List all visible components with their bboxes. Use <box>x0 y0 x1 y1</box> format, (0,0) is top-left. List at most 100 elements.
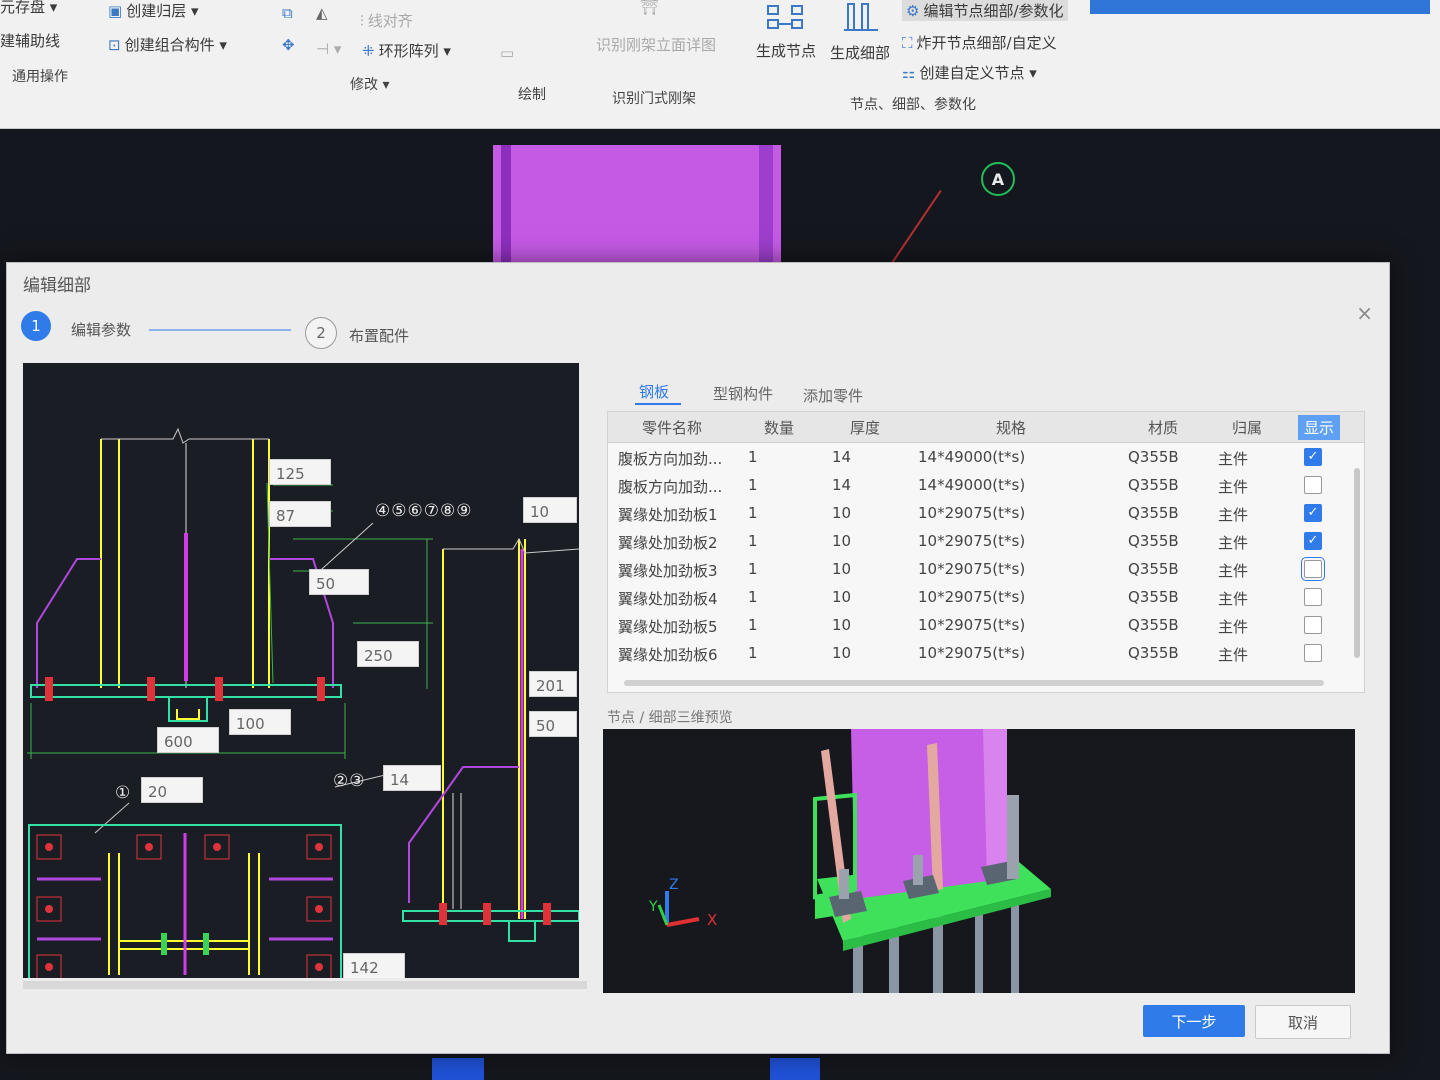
show-checkbox[interactable]: ✓ <box>1304 504 1322 522</box>
cell-part-name: 翼缘处加劲板3 <box>618 562 718 580</box>
show-checkbox[interactable] <box>1301 557 1325 581</box>
show-checkbox[interactable] <box>1304 644 1322 662</box>
edit-node-param-button[interactable]: ⚙ 编辑节点细部/参数化 <box>902 0 1068 21</box>
drawing-scrollbar[interactable] <box>23 981 587 989</box>
cell-material: Q355B <box>1128 532 1179 550</box>
col-quantity[interactable]: 数量 <box>764 417 794 438</box>
recognize-frame-dim-button[interactable]: 识别刚架立面详图 <box>596 34 716 55</box>
create-custom-node-button[interactable]: ⚏ 创建自定义节点 ▾ <box>902 62 1037 83</box>
axis-y-label: Y <box>649 899 658 915</box>
tab-steel-plate[interactable]: 钢板 <box>639 381 669 402</box>
col-material[interactable]: 材质 <box>1148 417 1178 438</box>
active-tab-indicator <box>635 403 681 405</box>
cell-spec: 14*49000(t*s) <box>918 476 1026 494</box>
show-checkbox[interactable]: ✓ <box>1304 448 1322 466</box>
extend-icon-button[interactable]: ⊣ ▾ <box>316 40 345 58</box>
align-button[interactable]: ⫶ 线对齐 <box>360 10 413 31</box>
close-icon[interactable]: × <box>1356 301 1373 325</box>
col-thickness[interactable]: 厚度 <box>850 417 880 438</box>
dim-142[interactable]: 142 <box>343 953 405 978</box>
table-row[interactable]: 翼缘处加劲板3 1 10 10*29075(t*s) Q355B 主件 <box>608 556 1348 584</box>
edit-node-icon: ⚙ <box>906 2 920 20</box>
ribbon-highlight-bar <box>1090 0 1430 14</box>
step-1-indicator[interactable]: 1 <box>21 311 51 341</box>
dim-50-a[interactable]: 50 <box>309 569 369 595</box>
cell-material: Q355B <box>1128 504 1179 522</box>
ring-array-button[interactable]: ⁜ 环形阵列 ▾ <box>362 40 451 61</box>
table-row[interactable]: 翼缘处加劲板5 1 10 10*29075(t*s) Q355B 主件 <box>608 612 1348 640</box>
cell-spec: 10*29075(t*s) <box>918 560 1026 578</box>
column-3d-bottom-left <box>432 1058 484 1080</box>
cell-owner: 主件 <box>1218 506 1249 524</box>
parts-table: 零件名称 数量 厚度 规格 材质 归属 显示 腹板方向加劲... 1 14 14*49… <box>607 411 1365 693</box>
cell-thickness: 14 <box>832 448 852 466</box>
move-icon: ✥ <box>282 36 295 54</box>
cell-thickness: 10 <box>832 644 852 662</box>
cell-spec: 10*29075(t*s) <box>918 532 1026 550</box>
step-2-label: 布置配件 <box>349 327 410 345</box>
cell-spec: 10*29075(t*s) <box>918 504 1026 522</box>
dim-10[interactable]: 10 <box>523 497 577 523</box>
explode-node-button[interactable]: ⛶ 炸开节点细部/自定义 <box>902 32 1057 53</box>
table-horizontal-scrollbar[interactable] <box>624 680 1324 686</box>
show-checkbox[interactable] <box>1304 616 1322 634</box>
dim-250[interactable]: 250 <box>357 641 419 667</box>
copy-icon-button[interactable]: ⧉ <box>282 4 297 22</box>
cell-spec: 10*29075(t*s) <box>918 616 1026 634</box>
generate-detail-button[interactable]: 生成细部 <box>830 42 890 63</box>
cell-spec: 10*29075(t*s) <box>918 644 1026 662</box>
create-return-button[interactable]: ▣ 创建归层 ▾ <box>108 0 199 21</box>
table-row[interactable]: 腹板方向加劲... 1 14 14*49000(t*s) Q355B 主件 <box>608 472 1348 500</box>
cell-owner: 主件 <box>1218 646 1249 664</box>
cell-quantity: 1 <box>748 644 758 662</box>
cell-quantity: 1 <box>748 504 758 522</box>
move-icon-button[interactable]: ✥ <box>282 36 299 54</box>
save-disk-button[interactable]: 元存盘 ▾ <box>0 0 57 17</box>
col-spec[interactable]: 规格 <box>996 417 1026 438</box>
cell-quantity: 1 <box>748 448 758 466</box>
tab-section-steel[interactable]: 型钢构件 <box>713 383 773 404</box>
cell-part-name: 翼缘处加劲板6 <box>618 646 718 664</box>
table-row[interactable]: 翼缘处加劲板4 1 10 10*29075(t*s) Q355B 主件 <box>608 584 1348 612</box>
dim-14[interactable]: 14 <box>383 765 441 791</box>
mirror-icon-button[interactable]: ◭ <box>316 4 332 22</box>
dim-600[interactable]: 600 <box>157 727 219 753</box>
build-aux-line-button[interactable]: 建辅助线 <box>0 30 60 51</box>
cell-owner: 主件 <box>1218 562 1249 580</box>
3d-model <box>657 729 1051 993</box>
ribbon-toolbar: 元存盘 ▾ ▣ 创建归层 ▾ ⧉ ◭ ⫶ 线对齐 建辅助线 ⊡ 创建组合构件 ▾ ✥ … <box>0 0 1440 129</box>
generate-node-button[interactable]: 生成节点 <box>756 40 816 61</box>
rectangle-icon: ▭ <box>500 44 515 62</box>
cell-part-name: 翼缘处加劲板1 <box>618 506 718 524</box>
show-checkbox[interactable] <box>1304 588 1322 606</box>
table-row[interactable]: 翼缘处加劲板6 1 10 10*29075(t*s) Q355B 主件 <box>608 640 1348 668</box>
col-show[interactable]: 显示 <box>1298 415 1341 440</box>
tab-add-part[interactable]: 添加零件 <box>803 385 863 406</box>
dropdown-arrow-icon: ▾ <box>45 0 58 16</box>
dim-125[interactable]: 125 <box>269 459 331 485</box>
table-row[interactable]: 翼缘处加劲板2 1 10 10*29075(t*s) Q355B 主件 ✓ <box>608 528 1348 556</box>
table-row[interactable]: 腹板方向加劲... 1 14 14*49000(t*s) Q355B 主件 ✓ <box>608 444 1348 472</box>
3d-preview-viewport[interactable]: Z Y X <box>603 729 1355 993</box>
part-marker-1: ① <box>115 783 132 803</box>
cell-material: Q355B <box>1128 448 1179 466</box>
dim-201[interactable]: 201 <box>529 671 577 697</box>
dim-100[interactable]: 100 <box>229 709 291 735</box>
show-checkbox[interactable]: ✓ <box>1304 532 1322 550</box>
preview-label: 节点 / 细部三维预览 <box>607 710 733 726</box>
dim-20[interactable]: 20 <box>141 777 203 803</box>
dim-50-b[interactable]: 50 <box>529 711 577 737</box>
table-row[interactable]: 翼缘处加劲板1 1 10 10*29075(t*s) Q355B 主件 ✓ <box>608 500 1348 528</box>
table-vertical-scrollbar[interactable] <box>1354 468 1360 658</box>
frame-icon: ⛩ <box>640 0 660 16</box>
draw-rect-button[interactable]: ▭ <box>500 44 518 62</box>
show-checkbox[interactable] <box>1304 476 1322 494</box>
next-step-button[interactable]: 下一步 <box>1143 1005 1245 1037</box>
step-2-indicator[interactable]: 2 <box>305 317 337 349</box>
col-part-name[interactable]: 零件名称 <box>642 417 702 438</box>
create-combo-button[interactable]: ⊡ 创建组合构件 ▾ <box>108 34 227 55</box>
cell-thickness: 14 <box>832 476 852 494</box>
dim-87[interactable]: 87 <box>269 501 331 527</box>
col-owner[interactable]: 归属 <box>1232 417 1262 438</box>
cancel-button[interactable]: 取消 <box>1255 1005 1351 1039</box>
